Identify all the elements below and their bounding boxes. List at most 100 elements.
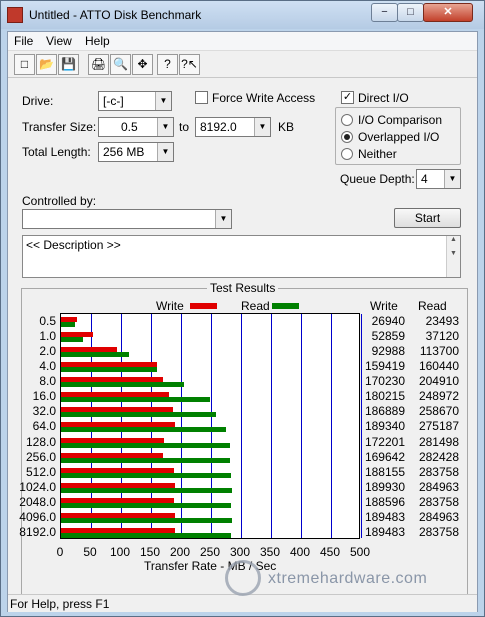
category-label: 8.0 <box>39 374 56 389</box>
read-bar <box>61 337 84 343</box>
menu-file[interactable]: File <box>14 34 33 48</box>
category-label: 1.0 <box>39 329 56 344</box>
minimize-button[interactable]: − <box>371 3 398 22</box>
read-value: 160440 <box>418 359 459 374</box>
force-write-checkbox[interactable] <box>195 91 208 104</box>
description-text: << Description >> <box>26 238 121 252</box>
menu-help[interactable]: Help <box>85 34 110 48</box>
category-label: 512.0 <box>25 464 56 479</box>
read-value: 248972 <box>418 389 459 404</box>
open-icon[interactable]: 📂 <box>36 54 57 75</box>
io-comparison-radio[interactable] <box>341 114 353 126</box>
print-icon[interactable]: 🖨 <box>88 54 109 75</box>
status-text: For Help, press F1 <box>10 597 110 611</box>
category-label: 64.0 <box>32 419 56 434</box>
category-label: 8192.0 <box>19 524 56 539</box>
read-legend-label: Read <box>241 299 270 313</box>
x-tick-label: 500 <box>349 545 371 559</box>
category-label: 4.0 <box>39 359 56 374</box>
read-value: 281498 <box>418 434 459 449</box>
transfer-to-value: 8192.0 <box>200 120 237 134</box>
read-value: 282428 <box>418 449 459 464</box>
write-value: 189483 <box>364 509 405 524</box>
x-tick-label: 50 <box>83 545 97 559</box>
write-value: 180215 <box>364 389 405 404</box>
save-icon[interactable]: 💾 <box>58 54 79 75</box>
write-value: 169642 <box>364 449 405 464</box>
print-preview-icon[interactable]: 🔍 <box>110 54 131 75</box>
read-bar <box>61 502 232 508</box>
read-bar <box>61 532 232 538</box>
controlled-by-label: Controlled by: <box>22 194 97 208</box>
neither-radio[interactable] <box>341 148 353 160</box>
description-box[interactable]: << Description >> ▲ ▼ <box>22 235 461 278</box>
direct-io-checkbox[interactable]: ✓ <box>341 91 354 104</box>
start-button[interactable]: Start <box>394 208 461 228</box>
x-tick-label: 0 <box>56 545 64 559</box>
title-bar[interactable]: Untitled - ATTO Disk Benchmark − □ ✕ <box>1 1 484 29</box>
controlled-by-select[interactable]: ▼ <box>22 209 232 229</box>
category-label: 16.0 <box>32 389 56 404</box>
new-icon[interactable]: □ <box>14 54 35 75</box>
read-bar <box>61 397 211 403</box>
write-value: 52859 <box>371 329 405 344</box>
read-column-header: Read <box>418 299 447 313</box>
read-value: 258670 <box>418 404 459 419</box>
read-bar <box>61 367 158 373</box>
drive-select[interactable]: [-c-] ▼ <box>98 91 172 111</box>
drive-value: [-c-] <box>103 94 124 108</box>
grid-line <box>241 314 242 538</box>
app-window: Untitled - ATTO Disk Benchmark − □ ✕ Fil… <box>0 0 485 617</box>
menu-view[interactable]: View <box>46 34 72 48</box>
grid-line <box>331 314 332 538</box>
write-value: 170230 <box>364 374 405 389</box>
read-bar <box>61 382 184 388</box>
radio-selected-dot <box>344 134 350 140</box>
toolbar: □ 📂 💾 🖨 🔍 ✥ ? ?↖ <box>8 52 477 78</box>
category-label: 1024.0 <box>19 479 56 494</box>
read-bar <box>61 352 130 358</box>
status-bar: For Help, press F1 <box>8 594 477 612</box>
write-value: 188155 <box>364 464 405 479</box>
description-scrollbar[interactable]: ▲ ▼ <box>446 236 460 277</box>
io-comparison-label: I/O Comparison <box>358 113 443 127</box>
overlapped-io-radio[interactable] <box>341 131 353 143</box>
category-label: 2048.0 <box>19 494 56 509</box>
write-value: 159419 <box>364 359 405 374</box>
grid-line <box>271 314 272 538</box>
context-help-icon[interactable]: ?↖ <box>179 54 200 75</box>
transfer-from-value: 0.5 <box>121 120 138 134</box>
x-tick-label: 200 <box>169 545 191 559</box>
x-tick-label: 450 <box>319 545 341 559</box>
read-value: 284963 <box>418 479 459 494</box>
maximize-button[interactable]: □ <box>397 3 424 22</box>
read-bar <box>61 412 217 418</box>
total-length-select[interactable]: 256 MB ▼ <box>98 142 174 162</box>
write-column-header: Write <box>370 299 398 313</box>
read-bar <box>61 427 227 433</box>
write-value: 188596 <box>364 494 405 509</box>
read-value: 275187 <box>418 419 459 434</box>
write-value: 26940 <box>371 314 405 328</box>
chevron-down-icon: ▼ <box>157 118 173 136</box>
transfer-size-from-select[interactable]: 0.5 ▼ <box>98 117 174 137</box>
x-tick-label: 350 <box>259 545 281 559</box>
read-bar <box>61 487 232 493</box>
grid-line <box>301 314 302 538</box>
write-value: 186889 <box>364 404 405 419</box>
read-bar <box>61 517 232 523</box>
watermark-text: xtremehardware.com <box>268 570 428 587</box>
transfer-size-to-select[interactable]: 8192.0 ▼ <box>195 117 271 137</box>
write-value: 92988 <box>371 344 405 359</box>
read-value: 23493 <box>425 314 459 328</box>
move-icon[interactable]: ✥ <box>132 54 153 75</box>
x-tick-label: 150 <box>139 545 161 559</box>
force-write-label: Force Write Access <box>212 91 316 105</box>
overlapped-io-label: Overlapped I/O <box>358 130 440 144</box>
category-label: 2.0 <box>39 344 56 359</box>
help-icon[interactable]: ? <box>157 54 178 75</box>
test-results-group: Test Results Write Read Write Read Trans… <box>19 281 468 595</box>
queue-depth-select[interactable]: 4 ▼ <box>416 169 461 189</box>
read-value: 204910 <box>418 374 459 389</box>
close-button[interactable]: ✕ <box>423 3 473 22</box>
